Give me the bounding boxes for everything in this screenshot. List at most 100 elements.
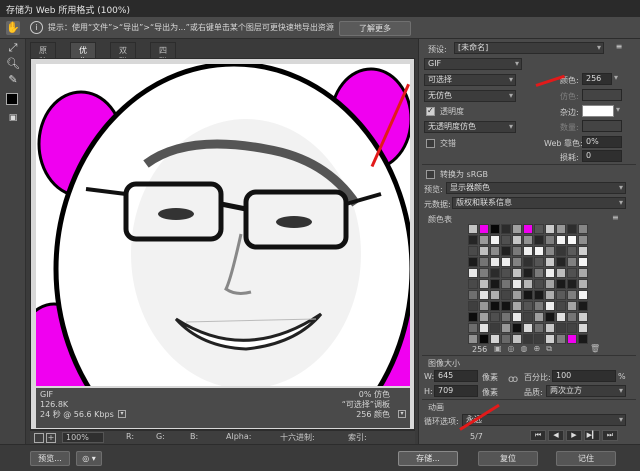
color-swatch[interactable] [578,279,588,289]
color-swatch[interactable] [578,290,588,300]
color-swatch[interactable] [523,290,533,300]
colors-dropdown-icon[interactable]: ▾ [614,73,624,85]
color-swatch[interactable] [556,301,566,311]
metadata-select[interactable]: 版权和联系信息 [452,197,626,209]
color-swatch[interactable] [567,268,577,278]
color-swatch[interactable] [490,257,500,267]
toggle-slices-icon[interactable]: ▣ [6,111,20,125]
color-table-menu-icon[interactable]: ≡ [612,213,624,222]
color-swatch[interactable] [490,235,500,245]
color-swatch[interactable] [545,224,555,234]
color-swatch[interactable] [545,257,555,267]
color-swatch[interactable] [512,257,522,267]
color-swatch[interactable] [523,312,533,322]
color-swatch[interactable] [479,257,489,267]
tab-original[interactable]: 原稿 [30,42,56,66]
zoom-in-icon[interactable]: + [46,433,56,443]
color-swatch[interactable] [578,312,588,322]
zoom-level-select[interactable]: 100% [62,432,104,443]
color-swatch[interactable] [523,301,533,311]
color-swatch[interactable] [501,257,511,267]
color-swatch[interactable] [523,323,533,333]
color-swatch[interactable] [545,268,555,278]
color-swatch[interactable] [468,235,478,245]
color-swatch[interactable] [545,246,555,256]
settings-menu-icon[interactable]: ≡ [612,42,626,54]
color-swatch[interactable] [512,312,522,322]
color-swatch[interactable] [556,257,566,267]
color-swatch[interactable] [567,334,577,344]
color-swatch[interactable] [479,334,489,344]
color-swatch[interactable] [534,279,544,289]
color-swatch[interactable] [523,257,533,267]
color-swatch[interactable] [479,279,489,289]
format-select[interactable]: GIF [424,58,522,70]
color-swatch[interactable] [523,334,533,344]
color-swatch[interactable] [501,301,511,311]
color-swatch[interactable] [567,246,577,256]
color-swatch[interactable] [468,257,478,267]
last-frame-icon[interactable]: ⏭ [602,430,618,441]
color-swatch[interactable] [490,224,500,234]
color-swatch[interactable] [545,301,555,311]
color-table-tool-icons[interactable]: ▣◎◍⊕⧉ [494,344,584,354]
color-swatch[interactable] [512,268,522,278]
color-swatch[interactable] [501,246,511,256]
color-swatch[interactable] [534,312,544,322]
color-swatch[interactable] [545,235,555,245]
color-swatch[interactable] [512,235,522,245]
color-swatch[interactable] [479,235,489,245]
color-swatch[interactable] [567,279,577,289]
color-swatch[interactable] [512,334,522,344]
color-swatch[interactable] [468,279,478,289]
tab-optimized[interactable]: 优化 [70,42,96,66]
color-swatch[interactable] [512,290,522,300]
dither-algorithm-select[interactable]: 无仿色 [424,90,516,102]
first-frame-icon[interactable]: ⏮ [530,430,546,441]
matte-color-swatch[interactable] [582,105,614,117]
loop-options-select[interactable]: 永远 [462,414,626,426]
color-swatch[interactable] [468,334,478,344]
color-table-grid[interactable] [468,224,588,344]
lossy-field[interactable]: 0 [582,150,622,162]
color-swatch[interactable] [534,235,544,245]
matte-dropdown-icon[interactable]: ▾ [616,105,624,114]
color-swatch[interactable] [578,257,588,267]
color-swatch[interactable] [490,334,500,344]
color-swatch[interactable] [479,246,489,256]
eyedropper-color-swatch[interactable] [6,93,18,105]
color-swatch[interactable] [501,323,511,333]
color-swatch[interactable] [490,268,500,278]
color-swatch[interactable] [479,301,489,311]
transparency-checkbox[interactable] [426,106,435,116]
info-menu-icon[interactable]: ▾ [398,410,406,418]
convert-srgb-checkbox[interactable] [426,170,435,179]
slice-select-tool-icon[interactable]: ⤢ [6,41,20,55]
color-swatch[interactable] [490,312,500,322]
color-swatch[interactable] [523,235,533,245]
play-icon[interactable]: ▶ [566,430,582,441]
remember-button[interactable]: 记住 [556,451,616,466]
color-reduction-select[interactable]: 可选择 [424,74,516,86]
color-swatch[interactable] [490,290,500,300]
color-swatch[interactable] [523,246,533,256]
preset-select[interactable]: [未命名] [454,42,604,54]
color-swatch[interactable] [501,334,511,344]
color-swatch[interactable] [479,224,489,234]
color-swatch[interactable] [468,301,478,311]
height-field[interactable]: 709 [434,385,478,397]
zoom-out-icon[interactable] [34,433,44,443]
percent-field[interactable]: 100 [552,370,616,382]
download-speed-menu-icon[interactable]: ▾ [118,410,126,418]
color-swatch[interactable] [578,323,588,333]
color-swatch[interactable] [578,224,588,234]
web-snap-field[interactable]: 0% [582,136,622,148]
color-swatch[interactable] [468,290,478,300]
color-swatch[interactable] [479,312,489,322]
color-swatch[interactable] [512,279,522,289]
color-swatch[interactable] [578,268,588,278]
color-swatch[interactable] [556,246,566,256]
color-swatch[interactable] [490,301,500,311]
color-swatch[interactable] [501,279,511,289]
color-swatch[interactable] [468,246,478,256]
